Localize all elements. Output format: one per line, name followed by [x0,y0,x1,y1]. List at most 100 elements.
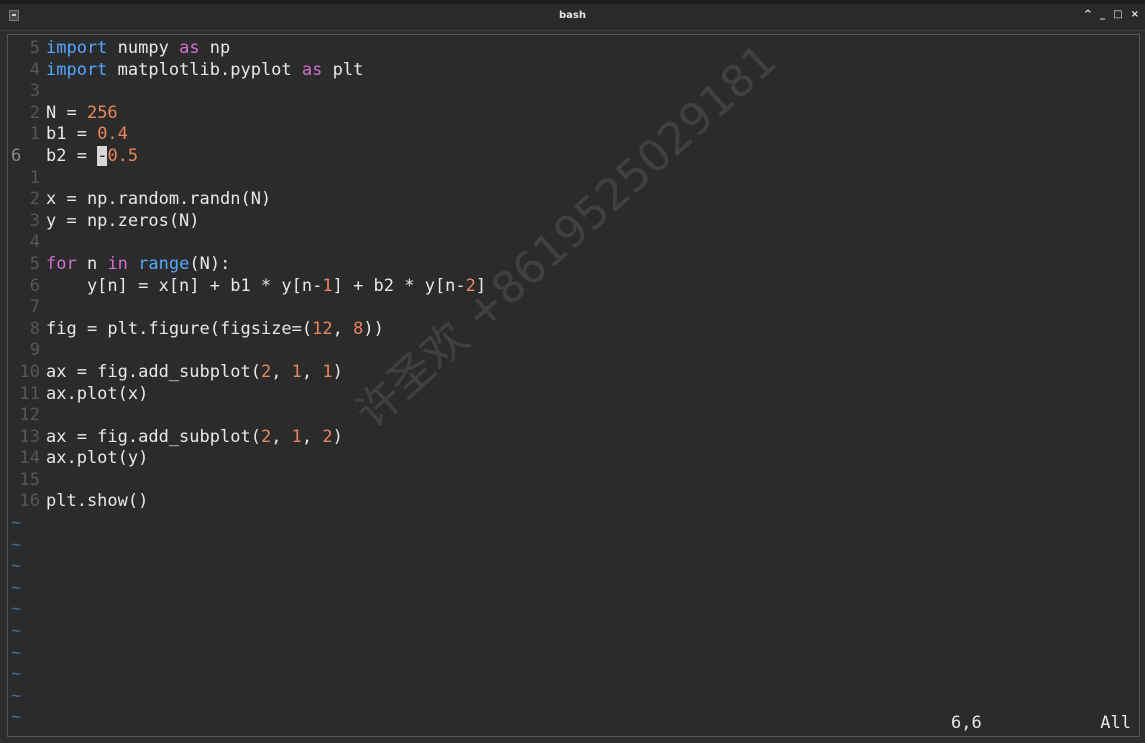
code-token: ) [332,426,343,447]
tilde-marker: ~ [11,599,22,620]
line-number: 3 [29,210,40,231]
line-number: 9 [29,340,40,361]
code-token: x = np.random.randn(N) [46,189,272,210]
tilde-marker: ~ [11,577,22,598]
code-token: range [138,253,190,274]
code-token: ) [332,361,343,382]
empty-buffer-line: ~ [8,643,486,665]
code-line[interactable]: 2 N = 256 [8,103,486,125]
tilde-marker: ~ [11,534,22,555]
code-token: matplotlib.pyplot [107,59,302,80]
close-button[interactable]: × [1131,9,1139,20]
code-text[interactable]: x = np.random.randn(N) [46,189,271,211]
code-line[interactable]: 10 ax = fig.add_subplot(2, 1, 1) [8,362,486,384]
code-token: 1 [291,361,302,382]
code-token: for [46,253,77,274]
text-cursor: - [97,145,108,166]
maximize-button[interactable]: □ [1113,9,1122,20]
code-token: 1 [322,275,333,296]
code-text[interactable]: import numpy as np [46,38,230,60]
code-token: , [332,318,354,339]
line-number: 11 [19,383,40,404]
line-number: 2 [29,102,40,123]
empty-buffer-line: ~ [8,513,486,535]
window-controls: ^ _ □ × [1084,9,1139,20]
code-line[interactable]: 13 ax = fig.add_subplot(2, 1, 2) [8,427,486,449]
scroll-indicator: All [1100,713,1131,733]
shade-button[interactable]: ^ [1084,9,1092,20]
code-token: ax = fig.add_subplot( [46,426,261,447]
code-token: , [301,426,323,447]
title-bar[interactable]: bash ^ _ □ × [0,4,1145,31]
line-number: 15 [19,469,40,490]
code-line[interactable]: 1 [8,168,486,190]
code-text[interactable]: import matplotlib.pyplot as plt [46,60,363,82]
empty-buffer-line: ~ [8,621,486,643]
code-line[interactable]: 9 [8,340,486,362]
code-line[interactable]: 5 for n in range(N): [8,254,486,276]
status-line: 6,6 All [8,712,1139,734]
code-line[interactable]: 1 b1 = 0.4 [8,124,486,146]
code-text[interactable]: ax = fig.add_subplot(2, 1, 1) [46,362,343,384]
empty-buffer-line: ~ [8,578,486,600]
code-line[interactable]: 3 y = np.zeros(N) [8,211,486,233]
code-text[interactable]: b2 = -0.5 [46,145,138,168]
code-line[interactable]: 2 x = np.random.randn(N) [8,189,486,211]
code-token: , [271,361,292,382]
line-number: 6 [11,145,22,166]
code-text[interactable]: ax = fig.add_subplot(2, 1, 2) [46,427,343,449]
empty-buffer-line: ~ [8,664,486,686]
code-token: ] + b2 * y[n- [332,275,466,296]
code-text[interactable]: for n in range(N): [46,254,230,276]
code-line[interactable]: 14 ax.plot(y) [8,448,486,470]
code-text[interactable]: b1 = 0.4 [46,124,128,146]
cursor-position: 6,6 [951,713,982,733]
code-line[interactable]: 4 import matplotlib.pyplot as plt [8,60,486,82]
code-text[interactable]: y = np.zeros(N) [46,211,200,233]
code-text[interactable]: N = 256 [46,103,118,125]
code-token: (N): [189,253,231,274]
code-text[interactable]: fig = plt.figure(figsize=(12, 8)) [46,319,384,341]
line-number: 3 [29,81,40,102]
code-line[interactable]: 16 plt.show() [8,491,486,513]
minimize-button[interactable]: _ [1100,9,1105,20]
code-line[interactable]: 6 y[n] = x[n] + b1 * y[n-1] + b2 * y[n-2… [8,276,486,298]
code-line[interactable]: 15 [8,470,486,492]
code-token: 12 [312,318,333,339]
code-line[interactable]: 8 fig = plt.figure(figsize=(12, 8)) [8,319,486,341]
line-number: 13 [19,426,40,447]
code-token: 256 [86,102,118,123]
code-line[interactable]: 5 import numpy as np [8,38,486,60]
line-number: 4 [29,59,40,80]
code-token: )) [363,318,384,339]
code-line[interactable]: 6 b2 = -0.5 [8,145,486,168]
code-token: 2 [260,361,272,382]
code-text[interactable]: ax.plot(y) [46,448,148,470]
code-line[interactable]: 3 [8,81,486,103]
code-token: , [301,361,323,382]
code-token: 2 [322,426,333,447]
code-token: numpy [107,38,180,58]
code-text[interactable]: ax.plot(x) [46,384,148,406]
code-line[interactable]: 7 [8,297,486,319]
code-token: y[n] = x[n] + b1 * y[n- [46,275,323,296]
code-line[interactable]: 12 [8,405,486,427]
tilde-marker: ~ [11,664,22,685]
code-token: plt.show() [46,491,149,512]
code-token: 2 [260,426,272,447]
code-text[interactable]: y[n] = x[n] + b1 * y[n-1] + b2 * y[n-2] [46,276,486,298]
code-token: 1 [322,361,333,382]
code-token: 8 [353,318,364,339]
code-lines[interactable]: 5 import numpy as np 4 import matplotlib.py… [8,38,486,729]
code-line[interactable]: 11 ax.plot(x) [8,384,486,406]
line-number: 8 [29,318,40,339]
code-token: import [46,38,108,58]
line-number: 10 [19,361,40,382]
line-number: 5 [29,38,40,58]
tilde-marker: ~ [11,642,22,663]
vim-editor[interactable]: 5 import numpy as np 4 import matplotlib.py… [7,34,1140,737]
code-text[interactable]: plt.show() [46,491,148,513]
code-line[interactable]: 4 [8,232,486,254]
empty-buffer-line: ~ [8,686,486,708]
